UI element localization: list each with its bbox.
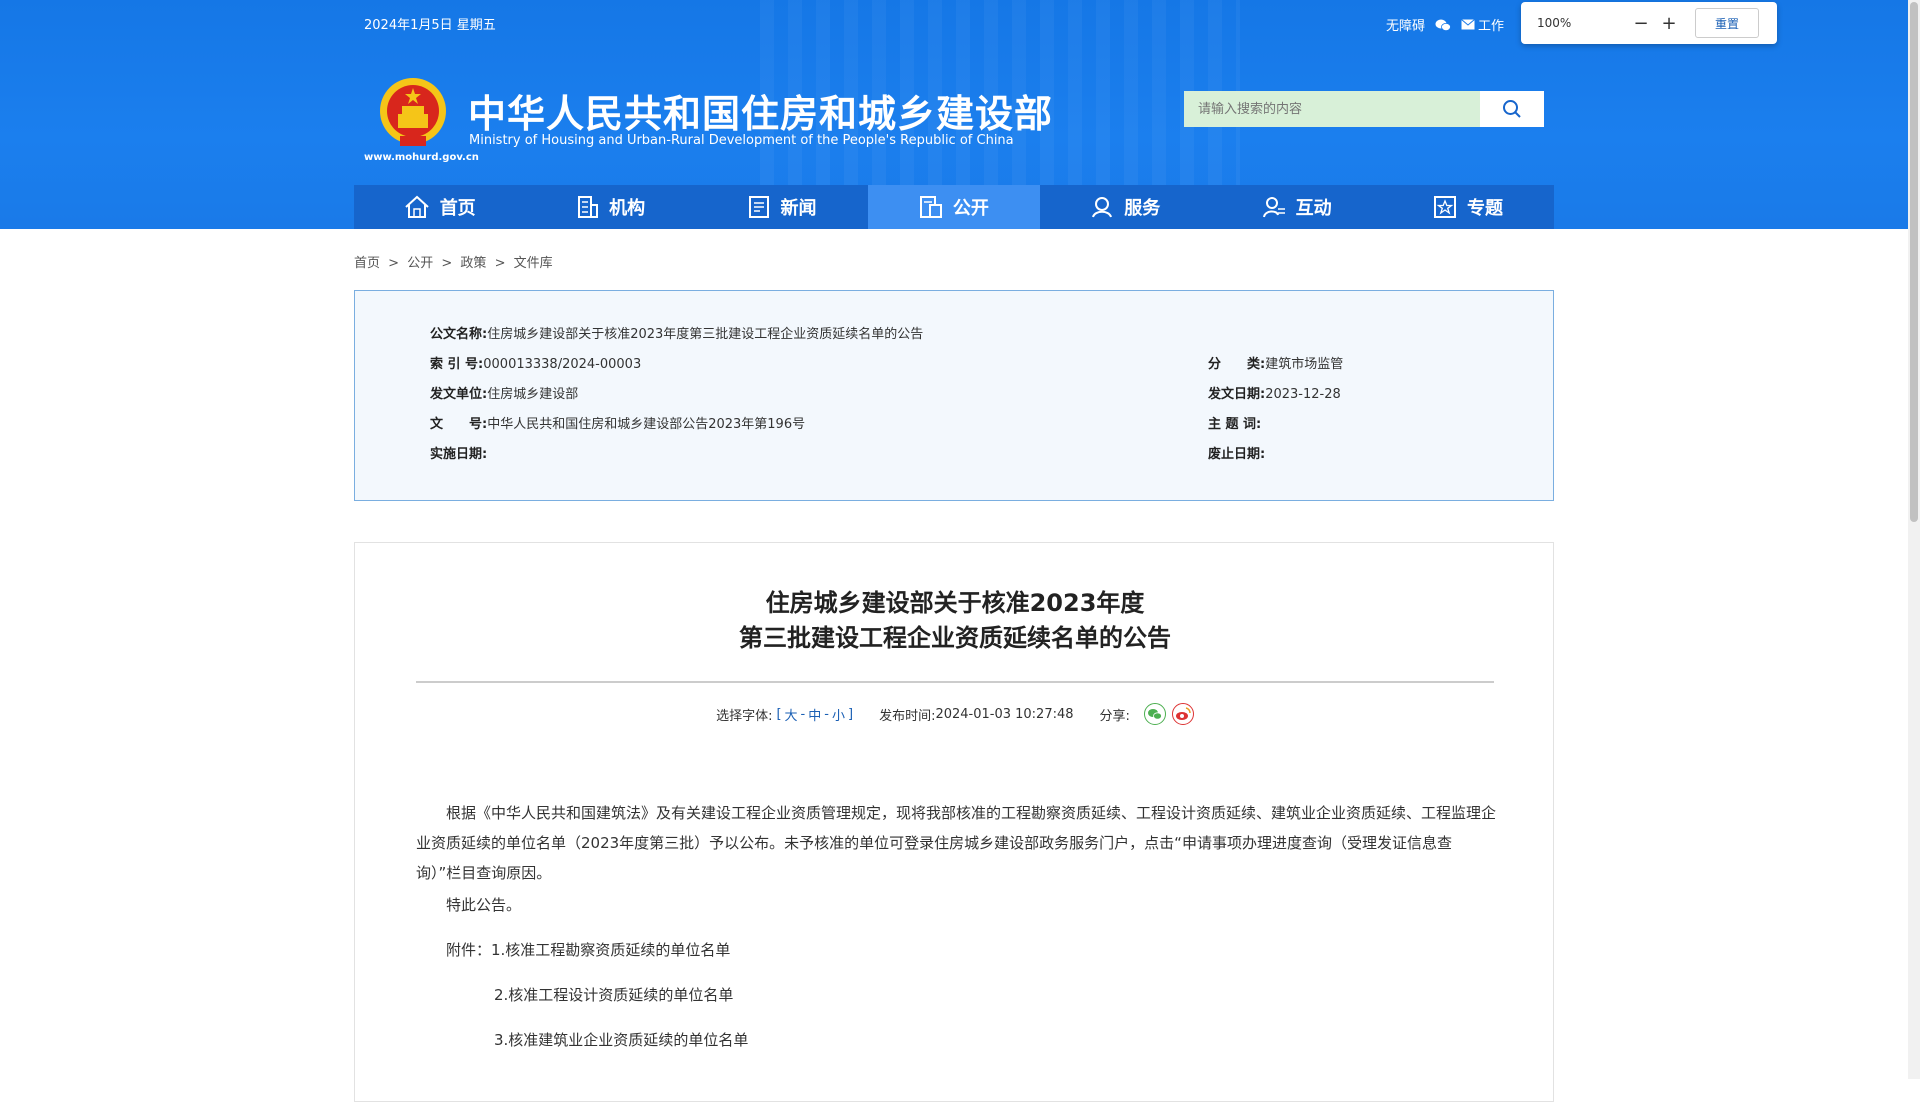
scrollbar-thumb[interactable] bbox=[1910, 2, 1918, 522]
meta-impl-date: 实施日期: bbox=[430, 447, 488, 462]
breadcrumb: 首页 > 公开 > 政策 > 文件库 bbox=[354, 256, 553, 271]
title-divider bbox=[416, 681, 1494, 683]
disclosure-icon bbox=[919, 196, 942, 218]
nav-item-interaction[interactable]: 互动 bbox=[1211, 185, 1382, 229]
nav-item-home[interactable]: 首页 bbox=[354, 185, 525, 229]
article: 住房城乡建设部关于核准2023年度 第三批建设工程企业资质延续名单的公告 选择字… bbox=[354, 542, 1554, 1102]
search-icon bbox=[1503, 100, 1521, 118]
breadcrumb-library[interactable]: 文件库 bbox=[514, 256, 553, 271]
meta-doc-number: 文 号:中华人民共和国住房和城乡建设部公告2023年第196号 bbox=[430, 417, 806, 432]
attachment-3[interactable]: 3.核准建筑业企业资质延续的单位名单 bbox=[494, 1025, 1574, 1055]
attachment-1[interactable]: 附件：1.核准工程勘察资质延续的单位名单 bbox=[446, 935, 1526, 965]
meta-doc-name: 公文名称:住房城乡建设部关于核准2023年度第三批建设工程企业资质延续名单的公告 bbox=[430, 327, 924, 342]
search-bar bbox=[1184, 91, 1544, 127]
page-scrollbar[interactable] bbox=[1908, 0, 1920, 1079]
article-paragraph-2: 特此公告。 bbox=[446, 896, 522, 914]
publish-time: 2024-01-03 10:27:48 bbox=[935, 706, 1074, 722]
nav-item-organization[interactable]: 机构 bbox=[525, 185, 696, 229]
home-icon bbox=[405, 195, 429, 218]
weibo-share-icon[interactable] bbox=[1171, 703, 1194, 725]
font-medium-link[interactable]: 中 bbox=[808, 705, 821, 724]
news-icon bbox=[749, 196, 770, 218]
breadcrumb-open[interactable]: 公开 bbox=[407, 256, 433, 271]
service-icon bbox=[1092, 197, 1113, 218]
site-url: www.mohurd.gov.cn bbox=[364, 152, 479, 163]
mail-icon bbox=[1461, 19, 1475, 30]
meta-subject: 主 题 词: bbox=[1208, 417, 1262, 432]
meta-issuer: 发文单位:住房城乡建设部 bbox=[430, 387, 579, 402]
font-small-link[interactable]: 小 bbox=[832, 705, 845, 724]
search-input[interactable] bbox=[1184, 91, 1480, 127]
article-title-line2: 第三批建设工程企业资质延续名单的公告 bbox=[739, 624, 1171, 652]
document-meta-box: 公文名称:住房城乡建设部关于核准2023年度第三批建设工程企业资质延续名单的公告… bbox=[354, 290, 1554, 501]
font-large-link[interactable]: 大 bbox=[785, 705, 798, 724]
interaction-icon bbox=[1262, 197, 1285, 218]
article-paragraph-1: 根据《中华人民共和国建筑法》及有关建设工程企业资质管理规定，现将我部核准的工程勘… bbox=[416, 804, 1497, 882]
national-emblem-icon bbox=[378, 76, 448, 150]
zoom-panel: 100% − + 重置 bbox=[1521, 2, 1777, 44]
meta-index-no: 索 引 号:000013338/2024-00003 bbox=[430, 357, 642, 372]
wechat-share-icon[interactable] bbox=[1143, 703, 1166, 725]
zoom-level: 100% bbox=[1537, 16, 1572, 30]
nav-item-news[interactable]: 新闻 bbox=[697, 185, 868, 229]
main-nav: 首页 机构 新闻 公开 服务 互动 专题 bbox=[354, 185, 1554, 229]
meta-category: 分 类:建筑市场监管 bbox=[1208, 357, 1344, 372]
building-icon bbox=[578, 196, 599, 218]
search-button[interactable] bbox=[1480, 91, 1544, 127]
zoom-in-button[interactable]: + bbox=[1655, 13, 1683, 34]
topic-icon bbox=[1434, 196, 1457, 218]
breadcrumb-home[interactable]: 首页 bbox=[354, 256, 380, 271]
mail-link[interactable]: 工作 bbox=[1461, 15, 1504, 34]
site-title[interactable]: 中华人民共和国住房和城乡建设部 bbox=[468, 83, 1053, 138]
top-links: 无障碍 工作 bbox=[1386, 15, 1504, 34]
article-title-line1: 住房城乡建设部关于核准2023年度 bbox=[765, 589, 1145, 617]
meta-expire-date: 废止日期: bbox=[1208, 447, 1266, 462]
meta-issue-date: 发文日期:2023-12-28 bbox=[1208, 387, 1341, 402]
accessibility-link[interactable]: 无障碍 bbox=[1386, 15, 1425, 34]
nav-item-service[interactable]: 服务 bbox=[1040, 185, 1211, 229]
zoom-out-button[interactable]: − bbox=[1627, 13, 1655, 34]
article-meta: 选择字体: [ 大 - 中 - 小 ] 发布时间: 2024-01-03 10:… bbox=[355, 703, 1555, 725]
zoom-reset-button[interactable]: 重置 bbox=[1695, 8, 1759, 38]
wechat-icon[interactable] bbox=[1435, 18, 1451, 32]
nav-item-topic[interactable]: 专题 bbox=[1382, 185, 1553, 229]
nav-item-disclosure[interactable]: 公开 bbox=[868, 185, 1040, 229]
site-subtitle: Ministry of Housing and Urban-Rural Deve… bbox=[469, 133, 1014, 148]
attachment-2[interactable]: 2.核准工程设计资质延续的单位名单 bbox=[494, 980, 1574, 1010]
breadcrumb-policy[interactable]: 政策 bbox=[460, 256, 486, 271]
current-date: 2024年1月5日 星期五 bbox=[364, 18, 496, 33]
